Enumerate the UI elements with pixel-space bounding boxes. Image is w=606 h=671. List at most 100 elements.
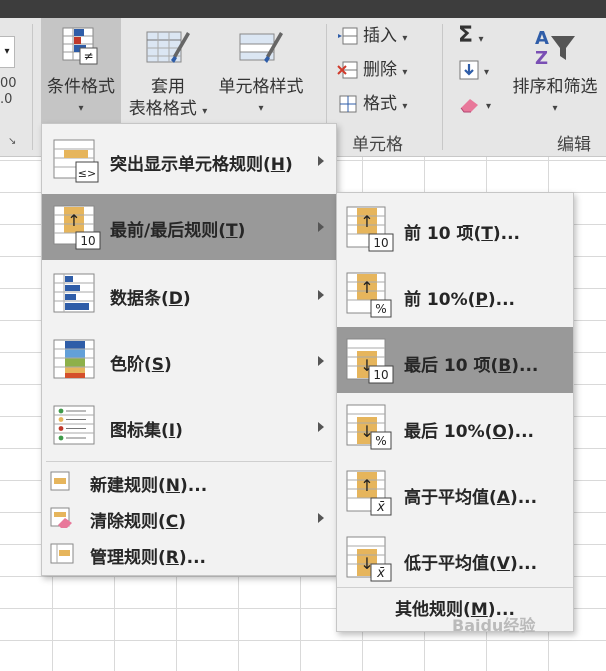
chevron-down-icon: ▾ — [486, 101, 492, 112]
menu-item-label: 色阶(S) — [110, 355, 172, 375]
submenu-arrow-icon — [318, 356, 324, 366]
submenu-item-below-average[interactable]: ↓ x̄ 低于平均值(V)... — [337, 525, 573, 591]
svg-text:10: 10 — [80, 234, 95, 248]
group-divider — [442, 24, 443, 150]
fill-button[interactable]: ▾ — [458, 56, 489, 84]
svg-text:Z: Z — [535, 48, 548, 68]
chevron-down-icon: ▾ — [258, 103, 264, 114]
menu-separator — [46, 461, 332, 462]
menu-item-color-scales[interactable]: 色阶(S) — [42, 328, 336, 394]
menu-separator — [337, 587, 573, 588]
menu-item-top-bottom-rules[interactable]: ↑ 10 最前/最后规则(T) — [42, 194, 336, 260]
insert-cells-icon — [338, 27, 358, 45]
bottom-10-items-icon: ↓ 10 — [346, 338, 394, 384]
menu-item-manage-rules[interactable]: 管理规则(R)... — [42, 536, 336, 572]
combo-chevron-down-icon: ▾ — [4, 46, 10, 57]
submenu-item-label: 前 10%(P)... — [404, 290, 516, 310]
menu-item-icon-sets[interactable]: 图标集(I) — [42, 394, 336, 460]
format-as-table-button[interactable]: 套用 表格格式 ▾ — [123, 18, 213, 124]
increase-decimal-label[interactable]: 00 — [0, 76, 17, 91]
below-average-icon: ↓ x̄ — [346, 536, 392, 582]
delete-cells-icon — [337, 61, 358, 79]
svg-text:A: A — [535, 28, 549, 49]
top-10-percent-icon: ↑ % — [346, 272, 392, 318]
new-rule-icon — [50, 471, 70, 491]
svg-text:↑: ↑ — [360, 278, 373, 297]
menu-item-data-bars[interactable]: 数据条(D) — [42, 262, 336, 328]
chevron-down-icon: ▾ — [402, 101, 408, 112]
manage-rules-icon — [50, 543, 74, 564]
svg-text:↑: ↑ — [67, 211, 80, 230]
sigma-icon: Σ — [458, 23, 474, 48]
above-average-icon: ↑ x̄ — [346, 470, 392, 516]
menu-item-label: 管理规则(R)... — [90, 548, 207, 568]
chevron-down-icon: ▾ — [202, 106, 208, 117]
chevron-down-icon: ▾ — [484, 67, 490, 78]
insert-button[interactable]: 插入 ▾ — [337, 22, 407, 50]
submenu-item-bottom-10-items[interactable]: ↓ 10 最后 10 项(B)... — [337, 327, 573, 393]
menu-item-highlight-cells-rules[interactable]: ≤> 突出显示单元格规则(H) — [42, 128, 336, 194]
chevron-down-icon: ▾ — [552, 103, 558, 114]
number-group-launcher-icon[interactable]: ↘ — [8, 136, 16, 147]
cells-group-label: 单元格 — [352, 135, 403, 155]
svg-text:≠: ≠ — [83, 49, 93, 63]
data-bars-icon — [53, 273, 95, 313]
submenu-item-top-10-percent[interactable]: ↑ % 前 10%(P)... — [337, 261, 573, 327]
top-bottom-rules-icon: ↑ 10 — [53, 205, 101, 250]
chevron-down-icon: ▾ — [402, 67, 408, 78]
color-scales-icon — [53, 339, 95, 379]
menu-item-label: 清除规则(C) — [90, 512, 187, 532]
submenu-arrow-icon — [318, 290, 324, 300]
submenu-item-top-10-items[interactable]: ↑ 10 前 10 项(T)... — [337, 195, 573, 261]
svg-text:x̄: x̄ — [376, 500, 385, 515]
svg-text:↑: ↑ — [360, 212, 373, 231]
cell-styles-label: 单元格样式 — [218, 77, 304, 97]
icon-sets-icon — [53, 405, 95, 445]
svg-text:%: % — [375, 434, 386, 448]
menu-item-label: 新建规则(N)... — [90, 476, 208, 496]
submenu-item-above-average[interactable]: ↑ x̄ 高于平均值(A)... — [337, 459, 573, 525]
clear-button[interactable]: ▾ — [458, 90, 491, 118]
autosum-button[interactable]: Σ ▾ — [458, 22, 483, 50]
number-format-combo[interactable]: ▾ — [0, 36, 15, 68]
chevron-down-icon: ▾ — [78, 103, 84, 114]
submenu-arrow-icon — [318, 513, 324, 523]
cell-styles-icon — [239, 32, 283, 63]
conditional-formatting-button[interactable]: ≠ 条件格式 ▾ — [41, 18, 121, 124]
svg-text:↑: ↑ — [360, 476, 373, 495]
decrease-decimal-label[interactable]: .0 — [0, 92, 12, 107]
watermark-logo: Baidu经验 — [452, 616, 536, 635]
chevron-down-icon: ▾ — [478, 34, 484, 45]
svg-text:%: % — [375, 302, 386, 316]
fill-down-icon — [459, 60, 479, 80]
submenu-arrow-icon — [318, 422, 324, 432]
clear-rules-icon — [50, 507, 72, 528]
conditional-formatting-menu: ≤> 突出显示单元格规则(H) ↑ 10 最前/最后规则(T) 数据条(D) 色… — [41, 123, 337, 576]
top-10-items-icon: ↑ 10 — [346, 206, 394, 252]
menu-item-label: 最前/最后规则(T) — [110, 221, 246, 241]
submenu-item-label: 最后 10%(O)... — [404, 422, 534, 442]
submenu-item-bottom-10-percent[interactable]: ↓ % 最后 10%(O)... — [337, 393, 573, 459]
format-cells-icon — [339, 95, 357, 113]
menu-item-new-rule[interactable]: 新建规则(N)... — [42, 464, 336, 500]
menu-item-clear-rules[interactable]: 清除规则(C) — [42, 500, 336, 536]
format-as-table-label-2: 表格格式 ▾ — [128, 99, 208, 119]
submenu-item-label: 低于平均值(V)... — [404, 554, 538, 574]
chevron-down-icon: ▾ — [402, 33, 408, 44]
menu-item-label: 数据条(D) — [110, 289, 191, 309]
svg-text:10: 10 — [373, 368, 388, 382]
submenu-item-label: 最后 10 项(B)... — [404, 356, 539, 376]
conditional-formatting-label: 条件格式 — [47, 77, 115, 97]
delete-button[interactable]: 删除 ▾ — [337, 56, 407, 84]
group-divider — [32, 24, 33, 150]
sort-and-filter-button[interactable]: A Z 排序和筛选 ▾ — [507, 18, 603, 124]
eraser-icon — [460, 99, 478, 113]
submenu-item-label: 前 10 项(T)... — [404, 224, 521, 244]
title-bar — [0, 0, 606, 18]
conditional-formatting-icon: ≠ — [62, 27, 98, 65]
cell-styles-button[interactable]: 单元格样式 ▾ — [214, 18, 308, 124]
svg-text:x̄: x̄ — [376, 566, 385, 581]
highlight-cells-rules-icon: ≤> — [53, 139, 99, 183]
svg-text:10: 10 — [373, 236, 388, 250]
format-cells-button[interactable]: 格式 ▾ — [337, 90, 407, 118]
